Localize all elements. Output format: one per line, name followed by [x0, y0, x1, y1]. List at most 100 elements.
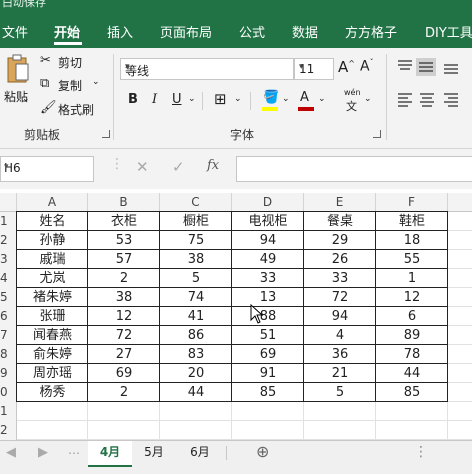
- row-header[interactable]: 0: [0, 383, 17, 403]
- table-cell-a[interactable]: 褚朱婷: [17, 288, 88, 307]
- underline-button[interactable]: U: [172, 92, 182, 107]
- table-cell-f[interactable]: 85: [376, 383, 448, 402]
- table-cell-b[interactable]: 2: [88, 269, 160, 288]
- sheet-tab-june[interactable]: 6月: [178, 441, 222, 465]
- paste-dropdown-icon[interactable]: ⌄: [22, 94, 30, 104]
- table-cell-f[interactable]: 12: [376, 288, 448, 307]
- tab-file[interactable]: 文件: [2, 22, 28, 41]
- table-cell-a[interactable]: 孙静: [17, 231, 88, 250]
- font-launcher-icon[interactable]: [373, 130, 381, 138]
- table-cell-e[interactable]: 21: [304, 364, 376, 383]
- align-bottom-icon[interactable]: [444, 64, 458, 74]
- align-right-icon[interactable]: [444, 93, 458, 107]
- tab-formulas[interactable]: 公式: [239, 22, 265, 41]
- bold-button[interactable]: B: [128, 92, 138, 107]
- table-cell-a[interactable]: 周亦瑶: [17, 364, 88, 383]
- align-left-icon[interactable]: [398, 93, 412, 107]
- insert-function-button[interactable]: fx: [207, 158, 219, 173]
- table-cell-c[interactable]: 41: [160, 307, 232, 326]
- column-header-e[interactable]: E: [304, 193, 376, 211]
- table-cell-d[interactable]: 85: [232, 383, 304, 402]
- row-header[interactable]: 1: [0, 212, 17, 232]
- table-cell-f[interactable]: 55: [376, 250, 448, 269]
- tab-insert[interactable]: 插入: [107, 22, 133, 41]
- table-cell-d[interactable]: 49: [232, 250, 304, 269]
- increase-font-size-icon[interactable]: A^: [338, 58, 355, 76]
- font-color-dropdown-icon[interactable]: ⌄: [318, 94, 326, 104]
- table-cell-e[interactable]: 4: [304, 326, 376, 345]
- font-color-button[interactable]: A: [298, 88, 314, 112]
- table-cell-e[interactable]: 26: [304, 250, 376, 269]
- table-cell-b[interactable]: 69: [88, 364, 160, 383]
- table-cell-e[interactable]: 5: [304, 383, 376, 402]
- cut-button[interactable]: ✂ 剪切: [40, 53, 88, 71]
- table-cell-a[interactable]: 张珊: [17, 307, 88, 326]
- fill-color-dropdown-icon[interactable]: ⌄: [282, 94, 290, 104]
- name-box[interactable]: H6 ▾: [0, 156, 94, 182]
- table-cell-d[interactable]: 94: [232, 231, 304, 250]
- row-header[interactable]: 4: [0, 269, 17, 289]
- sheet-tab-april[interactable]: 4月: [88, 441, 132, 467]
- table-cell-f[interactable]: 6: [376, 307, 448, 326]
- tab-fangfang[interactable]: 方方格子: [345, 22, 397, 41]
- table-cell-d[interactable]: 88: [232, 307, 304, 326]
- header-cell-b[interactable]: 衣柜: [88, 212, 160, 231]
- table-cell-d[interactable]: 13: [232, 288, 304, 307]
- header-cell-f[interactable]: 鞋柜: [376, 212, 448, 231]
- tab-diy-tools[interactable]: DIY工具: [425, 22, 472, 41]
- row-header[interactable]: 2: [0, 421, 17, 441]
- table-cell-c[interactable]: 86: [160, 326, 232, 345]
- table-cell-a[interactable]: 尤岚: [17, 269, 88, 288]
- spreadsheet-grid[interactable]: A B C D E F 1 2 3 4 5 6 7 8 9 0 1 2 姓名 衣柜 橱柜 电视柜 餐桌 鞋柜 孙静 5…: [0, 193, 472, 441]
- align-top-icon[interactable]: [398, 60, 412, 70]
- phonetic-dropdown-icon[interactable]: ⌄: [364, 94, 372, 104]
- header-cell-e[interactable]: 餐桌: [304, 212, 376, 231]
- add-sheet-icon[interactable]: ⊕: [256, 442, 269, 461]
- table-cell-f[interactable]: 18: [376, 231, 448, 250]
- chevron-right-icon[interactable]: ▶: [38, 445, 48, 460]
- table-cell-c[interactable]: 38: [160, 250, 232, 269]
- table-cell-e[interactable]: 33: [304, 269, 376, 288]
- table-cell-b[interactable]: 2: [88, 383, 160, 402]
- row-header[interactable]: 6: [0, 307, 17, 327]
- column-header-f[interactable]: F: [376, 193, 448, 211]
- table-cell-f[interactable]: 44: [376, 364, 448, 383]
- header-cell-c[interactable]: 橱柜: [160, 212, 232, 231]
- chevron-left-icon[interactable]: ◀: [6, 445, 16, 460]
- table-cell-e[interactable]: 72: [304, 288, 376, 307]
- table-cell-a[interactable]: 俞朱婷: [17, 345, 88, 364]
- align-center-icon[interactable]: [420, 93, 434, 107]
- row-header[interactable]: 5: [0, 288, 17, 308]
- tab-data[interactable]: 数据: [292, 22, 318, 41]
- copy-button[interactable]: ⧉ 复制 ⌄: [40, 76, 102, 94]
- row-header[interactable]: 9: [0, 364, 17, 384]
- table-cell-b[interactable]: 57: [88, 250, 160, 269]
- font-name-combo[interactable]: 等线 ▾: [120, 58, 294, 80]
- table-cell-d[interactable]: 33: [232, 269, 304, 288]
- format-painter-button[interactable]: 🖌 格式刷: [40, 100, 102, 118]
- confirm-entry-icon[interactable]: ✓: [172, 158, 185, 176]
- table-cell-c[interactable]: 20: [160, 364, 232, 383]
- table-cell-e[interactable]: 94: [304, 307, 376, 326]
- row-header[interactable]: 1: [0, 402, 17, 422]
- row-header[interactable]: 7: [0, 326, 17, 346]
- table-cell-d[interactable]: 51: [232, 326, 304, 345]
- italic-button[interactable]: I: [152, 92, 157, 107]
- column-header-c[interactable]: C: [160, 193, 232, 211]
- row-header[interactable]: 2: [0, 231, 17, 251]
- table-cell-f[interactable]: 78: [376, 345, 448, 364]
- table-cell-c[interactable]: 5: [160, 269, 232, 288]
- more-sheets-dots-icon[interactable]: …: [68, 443, 80, 457]
- table-cell-c[interactable]: 74: [160, 288, 232, 307]
- table-cell-b[interactable]: 53: [88, 231, 160, 250]
- table-cell-e[interactable]: 36: [304, 345, 376, 364]
- formula-input[interactable]: [236, 156, 472, 182]
- table-cell-c[interactable]: 83: [160, 345, 232, 364]
- header-cell-d[interactable]: 电视柜: [232, 212, 304, 231]
- fill-color-button[interactable]: 🪣: [262, 90, 280, 112]
- table-cell-a[interactable]: 杨秀: [17, 383, 88, 402]
- table-cell-d[interactable]: 69: [232, 345, 304, 364]
- decrease-font-size-icon[interactable]: Aˇ: [360, 58, 374, 75]
- table-cell-f[interactable]: 1: [376, 269, 448, 288]
- cancel-entry-icon[interactable]: ✕: [136, 158, 149, 176]
